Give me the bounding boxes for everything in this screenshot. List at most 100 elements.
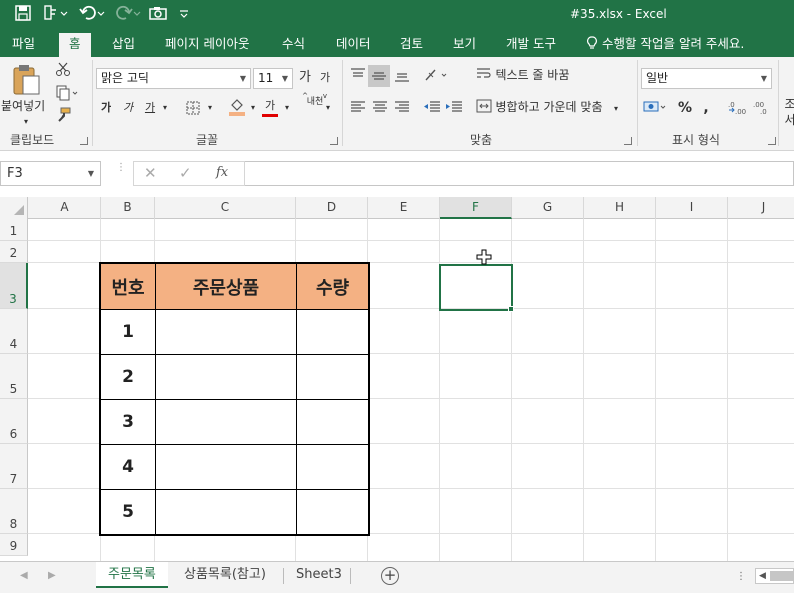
align-right-icon[interactable] bbox=[392, 99, 412, 121]
align-bottom-icon[interactable] bbox=[392, 67, 412, 89]
italic-button[interactable]: 가 bbox=[122, 99, 134, 117]
row-header-9[interactable]: 9 bbox=[0, 534, 28, 556]
add-sheet-button[interactable]: + bbox=[381, 567, 399, 585]
align-left-icon[interactable] bbox=[348, 99, 368, 121]
chevron-down-icon[interactable]: ▾ bbox=[160, 99, 170, 117]
cancel-icon[interactable]: ✕ bbox=[144, 164, 157, 182]
column-header-f[interactable]: F bbox=[440, 197, 512, 219]
paste-button[interactable]: 붙여넣기 ▾ bbox=[1, 63, 46, 127]
scroll-tabs-left-icon[interactable]: ◀ bbox=[20, 570, 28, 581]
header-product[interactable]: 주문상품 bbox=[155, 263, 297, 310]
customize-toolbar-icon[interactable] bbox=[178, 4, 192, 24]
column-header-g[interactable]: G bbox=[512, 197, 584, 219]
format-painter-icon[interactable] bbox=[54, 107, 72, 129]
cell-quantity[interactable] bbox=[296, 309, 369, 355]
decrease-decimal-icon[interactable]: .00.0 bbox=[752, 99, 772, 121]
font-size-select[interactable]: 11 ▼ bbox=[253, 68, 293, 89]
tab-formulas[interactable]: 수식 bbox=[282, 30, 305, 57]
row-header-6[interactable]: 6 bbox=[0, 399, 28, 444]
comma-button[interactable]: , bbox=[700, 99, 712, 117]
sheet-tab-order-list[interactable]: 주문목록 bbox=[96, 562, 168, 588]
number-format-select[interactable]: 일반 ▼ bbox=[641, 68, 772, 89]
row-header-2[interactable]: 2 bbox=[0, 241, 28, 263]
underline-button[interactable]: 가 bbox=[144, 99, 156, 117]
enter-icon[interactable]: ✓ bbox=[179, 164, 192, 182]
name-box[interactable]: F3 ▼ bbox=[0, 161, 101, 186]
worksheet-grid[interactable]: A B C D E F G H I J 1 2 3 4 5 6 7 8 9 번호… bbox=[0, 197, 794, 561]
column-header-e[interactable]: E bbox=[368, 197, 440, 219]
header-number[interactable]: 번호 bbox=[100, 263, 156, 310]
percent-button[interactable]: % bbox=[676, 99, 694, 117]
touch-mode-icon[interactable] bbox=[42, 4, 70, 24]
cell-number[interactable]: 2 bbox=[100, 354, 156, 400]
row-header-3[interactable]: 3 bbox=[0, 263, 28, 309]
redo-icon[interactable] bbox=[114, 4, 144, 24]
tab-review[interactable]: 검토 bbox=[400, 30, 423, 57]
orientation-icon[interactable] bbox=[422, 67, 450, 89]
cell-number[interactable]: 5 bbox=[100, 489, 156, 535]
splitter-handle[interactable]: ⋮ bbox=[116, 163, 126, 181]
tell-me-search[interactable]: 수행할 작업을 알려 주세요. bbox=[586, 30, 744, 57]
row-header-7[interactable]: 7 bbox=[0, 444, 28, 489]
merge-center-button[interactable]: 병합하고 가운데 맞춤 ▾ bbox=[476, 98, 632, 118]
tab-view[interactable]: 보기 bbox=[453, 30, 476, 57]
tab-home[interactable]: 홈 bbox=[59, 33, 91, 57]
scrollbar-thumb[interactable] bbox=[770, 571, 794, 581]
chevron-down-icon[interactable]: ▾ bbox=[282, 99, 292, 117]
select-all-button[interactable] bbox=[0, 197, 28, 219]
chevron-down-icon[interactable]: ▾ bbox=[323, 99, 333, 117]
camera-icon[interactable] bbox=[148, 4, 170, 24]
border-icon[interactable] bbox=[185, 101, 201, 121]
fill-color-icon[interactable] bbox=[228, 97, 246, 123]
tab-developer[interactable]: 개발 도구 bbox=[506, 30, 556, 57]
chevron-down-icon[interactable]: ▾ bbox=[205, 99, 215, 117]
column-header-j[interactable]: J bbox=[728, 197, 794, 219]
align-center-icon[interactable] bbox=[370, 99, 390, 121]
cell-number[interactable]: 1 bbox=[100, 309, 156, 355]
undo-icon[interactable] bbox=[78, 4, 108, 24]
cell-quantity[interactable] bbox=[296, 489, 369, 535]
scroll-tabs-right-icon[interactable]: ▶ bbox=[48, 570, 56, 581]
cell-quantity[interactable] bbox=[296, 444, 369, 490]
fill-handle[interactable] bbox=[508, 306, 514, 312]
bold-button[interactable]: 가 bbox=[100, 99, 112, 117]
alignment-launcher-icon[interactable] bbox=[624, 137, 632, 145]
decrease-indent-icon[interactable] bbox=[422, 99, 442, 121]
increase-indent-icon[interactable] bbox=[444, 99, 464, 121]
tab-file[interactable]: 파일 bbox=[12, 30, 35, 57]
header-quantity[interactable]: 수량 bbox=[296, 263, 369, 310]
row-header-5[interactable]: 5 bbox=[0, 354, 28, 399]
row-header-1[interactable]: 1 bbox=[0, 219, 28, 241]
styles-partial-bottom[interactable]: 서 bbox=[784, 111, 794, 129]
sheet-options-icon[interactable]: ⋮ bbox=[736, 571, 746, 582]
cell-quantity[interactable] bbox=[296, 399, 369, 445]
font-launcher-icon[interactable] bbox=[330, 137, 338, 145]
cell-product[interactable] bbox=[155, 309, 297, 355]
phonetic-button[interactable]: 내천 bbox=[305, 97, 325, 108]
column-header-a[interactable]: A bbox=[29, 197, 101, 219]
cell-product[interactable] bbox=[155, 489, 297, 535]
scroll-left-icon[interactable]: ◀ bbox=[759, 569, 766, 583]
tab-data[interactable]: 데이터 bbox=[336, 30, 371, 57]
wrap-text-button[interactable]: 텍스트 줄 바꿈 bbox=[476, 66, 596, 85]
row-header-4[interactable]: 4 bbox=[0, 309, 28, 354]
copy-icon[interactable] bbox=[54, 85, 80, 107]
row-header-8[interactable]: 8 bbox=[0, 489, 28, 534]
font-name-select[interactable]: 맑은 고딕 ▼ bbox=[96, 68, 251, 89]
horizontal-scrollbar[interactable]: ◀ bbox=[755, 568, 794, 584]
save-icon[interactable] bbox=[14, 4, 34, 24]
align-top-icon[interactable] bbox=[348, 67, 368, 89]
active-cell-f3[interactable] bbox=[439, 264, 513, 311]
cell-product[interactable] bbox=[155, 444, 297, 490]
column-header-b[interactable]: B bbox=[101, 197, 155, 219]
insert-function-icon[interactable]: fx bbox=[216, 165, 228, 180]
tab-page-layout[interactable]: 페이지 레이아웃 bbox=[165, 30, 249, 57]
increase-decimal-icon[interactable]: .0.00 bbox=[726, 99, 748, 121]
column-header-d[interactable]: D bbox=[296, 197, 368, 219]
column-header-h[interactable]: H bbox=[584, 197, 656, 219]
cell-product[interactable] bbox=[155, 354, 297, 400]
cell-quantity[interactable] bbox=[296, 354, 369, 400]
cell-number[interactable]: 4 bbox=[100, 444, 156, 490]
clipboard-launcher-icon[interactable] bbox=[80, 137, 88, 145]
column-header-c[interactable]: C bbox=[155, 197, 296, 219]
